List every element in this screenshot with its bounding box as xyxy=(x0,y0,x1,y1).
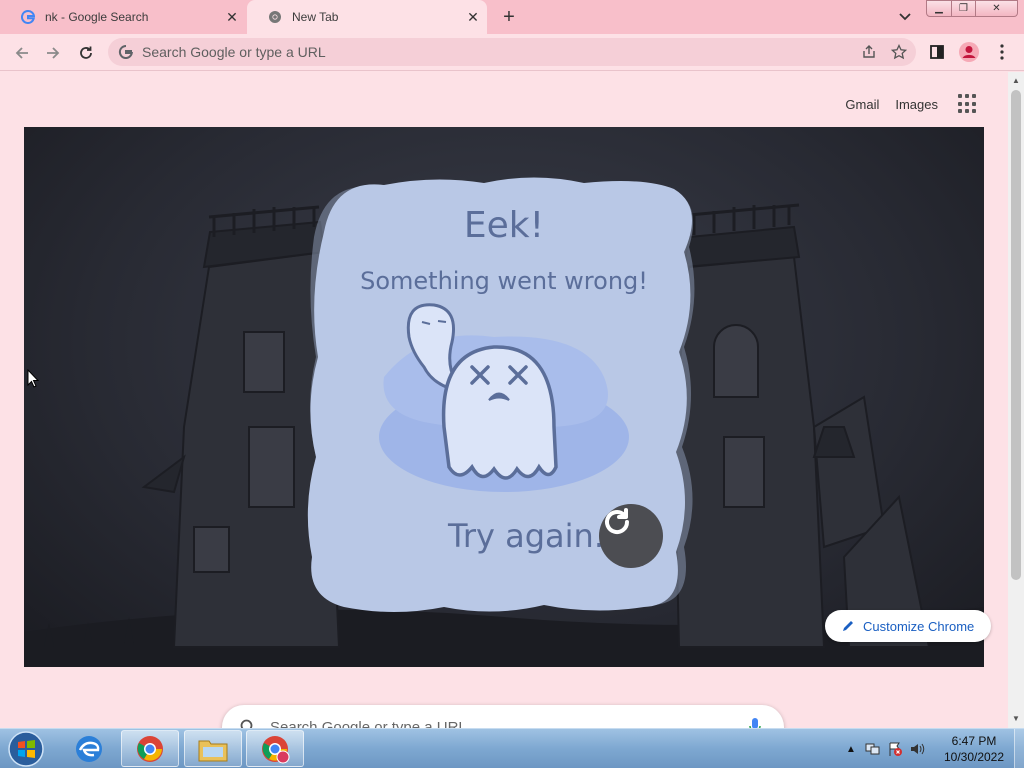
retry-button[interactable] xyxy=(599,504,663,568)
taskbar-explorer-icon[interactable] xyxy=(184,730,242,767)
customize-chrome-button[interactable]: Customize Chrome xyxy=(825,610,991,642)
close-tab-icon[interactable]: ✕ xyxy=(463,7,483,27)
doodle-error-panel: Eek! Something went wrong! Try again. xyxy=(24,127,984,667)
search-icon xyxy=(240,719,253,728)
doodle-headline: Eek! xyxy=(463,205,545,246)
try-again-label[interactable]: Try again. xyxy=(414,517,604,555)
windows-logo-icon xyxy=(8,731,44,767)
taskbar-clock[interactable]: 6:47 PM 10/30/2022 xyxy=(938,733,1010,765)
tab-search-chevron-icon[interactable] xyxy=(893,6,917,28)
new-tab-button[interactable]: + xyxy=(496,5,522,29)
scroll-down-arrow-icon[interactable]: ▼ xyxy=(1008,710,1024,726)
new-tab-page: Gmail Images Eek! Something went wrong! … xyxy=(0,72,1008,728)
clock-time: 6:47 PM xyxy=(951,734,997,748)
side-panel-icon[interactable] xyxy=(923,39,951,65)
scroll-up-arrow-icon[interactable]: ▲ xyxy=(1008,72,1024,88)
close-window-button[interactable]: ✕ xyxy=(976,0,1018,17)
taskbar-chrome-profile-icon[interactable] xyxy=(246,730,304,767)
profile-avatar[interactable] xyxy=(955,39,983,65)
share-icon[interactable] xyxy=(856,40,882,64)
reload-icon[interactable] xyxy=(73,40,99,66)
volume-icon[interactable] xyxy=(906,739,928,759)
images-link[interactable]: Images xyxy=(895,97,938,112)
taskbar-chrome-icon[interactable] xyxy=(121,730,179,767)
tab-strip: nk - Google Search ✕ New Tab ✕ + ▁ ❐ ✕ xyxy=(0,0,1024,34)
clock-date: 10/30/2022 xyxy=(943,750,1005,764)
restore-button[interactable]: ❐ xyxy=(952,0,976,17)
chrome-icon xyxy=(267,9,283,25)
taskbar-edge-icon[interactable] xyxy=(60,730,118,767)
tab-new-tab[interactable]: New Tab ✕ xyxy=(247,0,487,34)
close-tab-icon[interactable]: ✕ xyxy=(222,7,242,27)
google-g-icon xyxy=(118,44,133,59)
bookmark-star-icon[interactable] xyxy=(886,40,912,64)
forward-arrow-icon[interactable] xyxy=(40,40,66,66)
mouse-cursor-icon xyxy=(27,369,39,388)
tab-google-search[interactable]: nk - Google Search ✕ xyxy=(0,0,246,34)
apps-grid-icon[interactable] xyxy=(958,94,978,114)
show-hidden-icons-icon[interactable]: ▲ xyxy=(840,739,862,759)
customize-label: Customize Chrome xyxy=(863,618,975,634)
page-scrollbar[interactable]: ▲ ▼ xyxy=(1008,72,1024,728)
refresh-icon xyxy=(605,508,630,535)
pencil-icon xyxy=(843,621,853,631)
menu-kebab-icon[interactable] xyxy=(988,39,1016,65)
action-center-flag-icon[interactable] xyxy=(884,739,906,759)
top-links: Gmail Images xyxy=(829,94,978,114)
browser-toolbar xyxy=(0,34,1024,71)
mic-icon[interactable] xyxy=(748,717,762,728)
ntp-search-input[interactable] xyxy=(270,718,748,728)
omnibox-input[interactable] xyxy=(142,44,856,60)
window-controls: ▁ ❐ ✕ xyxy=(926,0,1018,18)
omnibox[interactable] xyxy=(108,38,916,66)
minimize-button[interactable]: ▁ xyxy=(926,0,952,17)
tab-title: nk - Google Search xyxy=(45,10,149,24)
start-button[interactable] xyxy=(4,730,48,768)
back-arrow-icon[interactable] xyxy=(9,40,35,66)
google-g-icon xyxy=(20,9,36,25)
ntp-search-box[interactable] xyxy=(222,705,784,728)
network-icon[interactable] xyxy=(862,739,884,759)
windows-taskbar: ▲ 6:47 PM 10/30/2022 xyxy=(0,728,1024,768)
tab-title: New Tab xyxy=(292,10,339,24)
show-desktop-button[interactable] xyxy=(1014,729,1024,768)
doodle-message: Something went wrong! xyxy=(360,267,648,295)
gmail-link[interactable]: Gmail xyxy=(845,97,879,112)
scrollbar-thumb[interactable] xyxy=(1011,90,1021,580)
